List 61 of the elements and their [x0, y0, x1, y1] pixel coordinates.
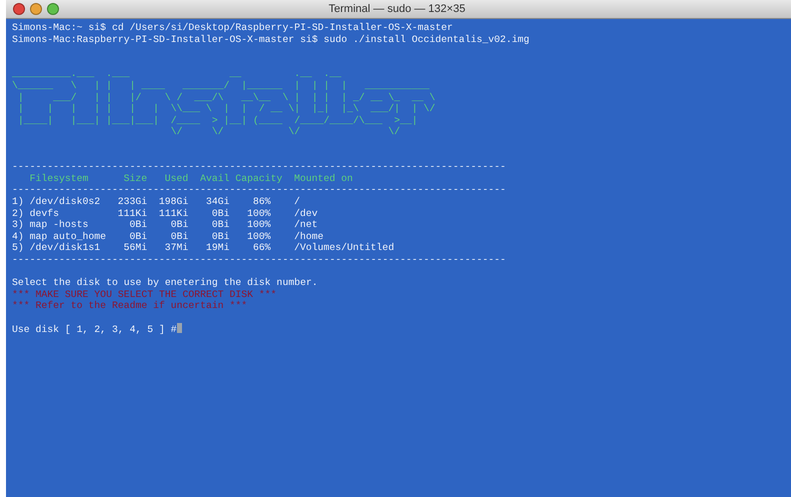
table-cell: 86% — [252, 196, 271, 207]
table-cell: 0Bi — [170, 219, 188, 230]
zoom-button[interactable] — [47, 3, 59, 15]
table-cell: 0Bi — [212, 208, 230, 218]
command-line: Simons-Mac:~ si$ cd /Users/si/Desktop/Raspberry-PI-SD-Installer-OS-X-master — [12, 22, 453, 34]
table-cell: devfs — [30, 208, 60, 218]
table-cell: 233Gi — [118, 196, 148, 207]
table-cell: /dev/disk1s1 — [30, 242, 100, 254]
minimize-button[interactable] — [30, 3, 42, 15]
table-cell: / — [294, 196, 300, 207]
column-header: Avail — [200, 172, 230, 184]
table-cell: 111Ki — [118, 208, 148, 218]
ascii-banner-line: |____| |___| |___|___| /____ > |__| (____ /____/____/\___ >__| — [16, 114, 418, 126]
row-number: 3) — [12, 219, 24, 230]
row-number: 1) — [12, 196, 24, 207]
table-cell: /dev/disk0s2 — [30, 196, 100, 207]
ascii-banner-line: __________.___ .___ __ .__ .__ — [12, 68, 342, 80]
table-cell: 37Mi — [164, 242, 188, 254]
warning-message: *** Refer to the Readme if uncertain *** — [12, 300, 248, 312]
column-header: Capacity — [235, 172, 282, 184]
table-cell: 0Bi — [130, 230, 148, 242]
table-cell: /home — [294, 230, 324, 242]
info-message: Select the disk to use by enetering the disk number. — [12, 277, 318, 289]
column-header: Filesystem — [30, 172, 88, 184]
command-line: Simons-Mac:Raspberry-PI-SD-Installer-OS-X-master si$ sudo ./install Occidentalis_v02.img — [12, 34, 530, 46]
table-cell: 100% — [247, 230, 271, 242]
ascii-banner-line: | | | | | | | \\___ \ | | / __ \| |_| |_\ ___/| | \/ — [16, 103, 436, 115]
column-header: Size — [124, 172, 148, 184]
dashed-rule: ------------------------------------------------------------------------------------ — [12, 254, 506, 266]
row-number: 4) — [12, 230, 24, 242]
column-header: Used — [164, 172, 188, 184]
row-number: 2) — [12, 208, 24, 218]
table-cell: 0Bi — [130, 219, 148, 230]
row-number: 5) — [12, 242, 24, 254]
table-cell: /dev — [294, 208, 318, 218]
ascii-banner-line: | ___/ | | |/ \ / ___/\ __\__ \ | | | | _/ __ \_ __ \ — [16, 92, 436, 104]
table-cell: 0Bi — [212, 230, 230, 242]
column-header: Mounted on — [294, 172, 353, 184]
dashed-rule: ------------------------------------------------------------------------------------ — [12, 184, 506, 196]
ascii-banner-line: \______ \ | | | ____ _______/ |______ | | | | ___________ — [12, 80, 430, 92]
table-cell: 111Ki — [158, 208, 188, 218]
table-cell: 66% — [252, 242, 271, 254]
text-cursor — [176, 323, 182, 334]
ascii-banner-line: \/ \/ \/ \/ — [170, 126, 400, 138]
input-prompt: Use disk [ 1, 2, 3, 4, 5 ] # — [12, 324, 177, 336]
table-cell: 34Gi — [206, 196, 230, 207]
table-cell: /net — [294, 219, 318, 230]
table-cell: 0Bi — [170, 230, 188, 242]
close-button[interactable] — [13, 3, 25, 15]
table-cell: 56Mi — [124, 242, 148, 254]
table-cell: 19Mi — [206, 242, 230, 254]
table-cell: 198Gi — [158, 196, 188, 207]
table-cell: map -hosts — [30, 219, 88, 230]
table-cell: 100% — [247, 208, 271, 218]
dashed-rule: ------------------------------------------------------------------------------------ — [12, 161, 506, 173]
table-cell: 100% — [247, 219, 271, 230]
table-cell: map auto_home — [30, 230, 106, 242]
table-cell: /Volumes/Untitled — [294, 242, 394, 254]
table-cell: 0Bi — [212, 219, 230, 230]
warning-message: *** MAKE SURE YOU SELECT THE CORRECT DISK *** — [12, 288, 277, 300]
window-title: Terminal — sudo — 132×35 — [328, 3, 466, 15]
